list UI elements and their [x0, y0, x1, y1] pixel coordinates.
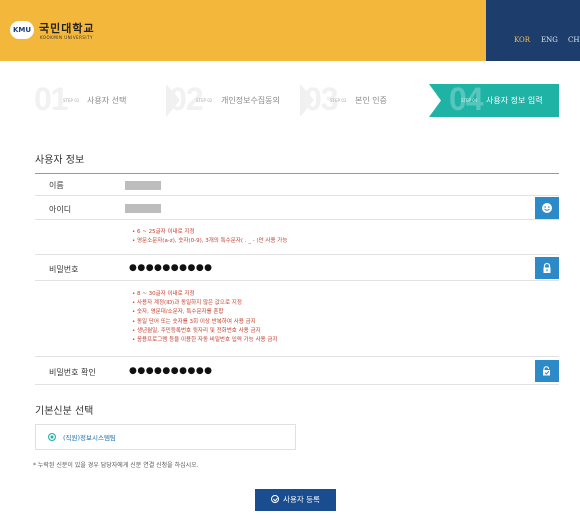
register-button-label: 사용자 등록	[283, 495, 320, 504]
password-confirm-label: 비밀번호 확인	[49, 368, 96, 377]
password-rule: 숫자, 영문대/소문자, 특수문자를 혼합	[132, 308, 278, 317]
password-rules-list: 8 ~ 30글자 이내로 지정 사용자 계정(ID)과 동일하지 않은 값으로 …	[132, 290, 278, 345]
id-rules-list: 6 ~ 25글자 이내로 지정 영문소문자(a-z), 숫자(0-9), 3개의…	[132, 228, 287, 246]
logo-badge[interactable]: KMU	[10, 21, 34, 39]
password-row: 비밀번호 ●●●●●●●●●●	[35, 255, 559, 281]
password-input[interactable]: ●●●●●●●●●●	[129, 263, 213, 273]
password-confirm-button[interactable]	[535, 360, 559, 382]
identity-title: 기본신분 선택	[35, 406, 94, 417]
step-label: 개인정보수집동의	[221, 96, 280, 105]
id-rules-row: 6 ~ 25글자 이내로 지정 영문소문자(a-z), 숫자(0-9), 3개의…	[35, 220, 559, 255]
id-check-button[interactable]	[535, 197, 559, 219]
identity-option-box: (직원)정보시스템팀	[35, 424, 296, 450]
step-label: 사용자 정보 입력	[486, 96, 543, 105]
step-tag: STEP 04	[461, 98, 478, 103]
password-confirm-row: 비밀번호 확인 ●●●●●●●●●●	[35, 357, 559, 385]
name-row: 이름	[35, 174, 559, 196]
password-rule: 사용자 계정(ID)과 동일하지 않은 값으로 지정	[132, 299, 278, 308]
step-1: 01 STEP 01 사용자 선택	[34, 81, 164, 117]
step-2: 02 STEP 02 개인정보수집동의	[169, 81, 299, 117]
id-label: 아이디	[49, 205, 72, 214]
lang-chn-link[interactable]: CHN	[568, 36, 580, 44]
id-rule: 영문소문자(a-z), 숫자(0-9), 3개의 특수문자( . _ - )만 …	[132, 237, 287, 246]
step-indicator: 01 STEP 01 사용자 선택 02 STEP 02 개인정보수집동의 03…	[34, 81, 559, 117]
step-label: 본인 인증	[355, 96, 387, 105]
header: KMU 국민대학교 KOOKMIN UNIVERSITY KOR ENG CHN	[0, 0, 580, 61]
lang-eng-link[interactable]: ENG	[541, 36, 558, 44]
lang-kor-link[interactable]: KOR	[514, 36, 530, 44]
logo-title[interactable]: 국민대학교	[39, 20, 95, 36]
password-rules-row: 8 ~ 30글자 이내로 지정 사용자 계정(ID)과 동일하지 않은 값으로 …	[35, 281, 559, 357]
name-label: 이름	[49, 181, 64, 190]
step-3: 03 STEP 03 본인 인증	[304, 81, 424, 117]
identity-radio[interactable]	[48, 433, 56, 441]
id-row: 아이디	[35, 196, 559, 220]
step-tag: STEP 03	[330, 98, 347, 103]
page: KMU 국민대학교 KOOKMIN UNIVERSITY KOR ENG CHN…	[0, 0, 580, 518]
password-lock-button[interactable]	[535, 257, 559, 279]
identity-option-label[interactable]: (직원)정보시스템팀	[63, 432, 116, 442]
register-user-button[interactable]: 사용자 등록	[255, 489, 336, 511]
check-circle-icon	[271, 495, 280, 503]
step-tag: STEP 01	[63, 98, 80, 103]
id-input[interactable]	[125, 204, 161, 213]
name-value	[125, 181, 161, 190]
user-info-title: 사용자 정보	[35, 155, 85, 166]
password-confirm-input[interactable]: ●●●●●●●●●●	[129, 366, 213, 376]
password-rule: 응용프로그램 등을 이용한 자동 비밀번호 입력 가능 사용 금지	[132, 336, 278, 345]
user-info-table: 이름 아이디 6 ~ 25글자 이내로 지정 영문소문자(a-z), 숫자(0-…	[35, 173, 559, 385]
password-rule: 8 ~ 30글자 이내로 지정	[132, 290, 278, 299]
password-label: 비밀번호	[49, 265, 79, 274]
step-4-active: 04 STEP 04 사용자 정보 입력	[429, 84, 559, 117]
step-label: 사용자 선택	[87, 96, 127, 105]
password-rule: 생년월일, 주민등록번호 뒷자리 및 전화번호 사용 금지	[132, 327, 278, 336]
lock-check-icon	[543, 366, 550, 376]
password-rule: 동일 단어 또는 숫자를 3회 이상 반복하여 사용 금지	[132, 318, 278, 327]
language-bar: KOR ENG CHN	[486, 0, 580, 61]
smile-icon	[542, 203, 552, 213]
step-tag: STEP 02	[196, 98, 213, 103]
identity-note: * 누락된 신분이 있을 경우 담당자에게 신분 연결 신청을 하십시오.	[33, 462, 199, 469]
logo-subtitle: KOOKMIN UNIVERSITY	[40, 35, 93, 40]
lock-icon	[543, 262, 551, 273]
id-rule: 6 ~ 25글자 이내로 지정	[132, 228, 287, 237]
